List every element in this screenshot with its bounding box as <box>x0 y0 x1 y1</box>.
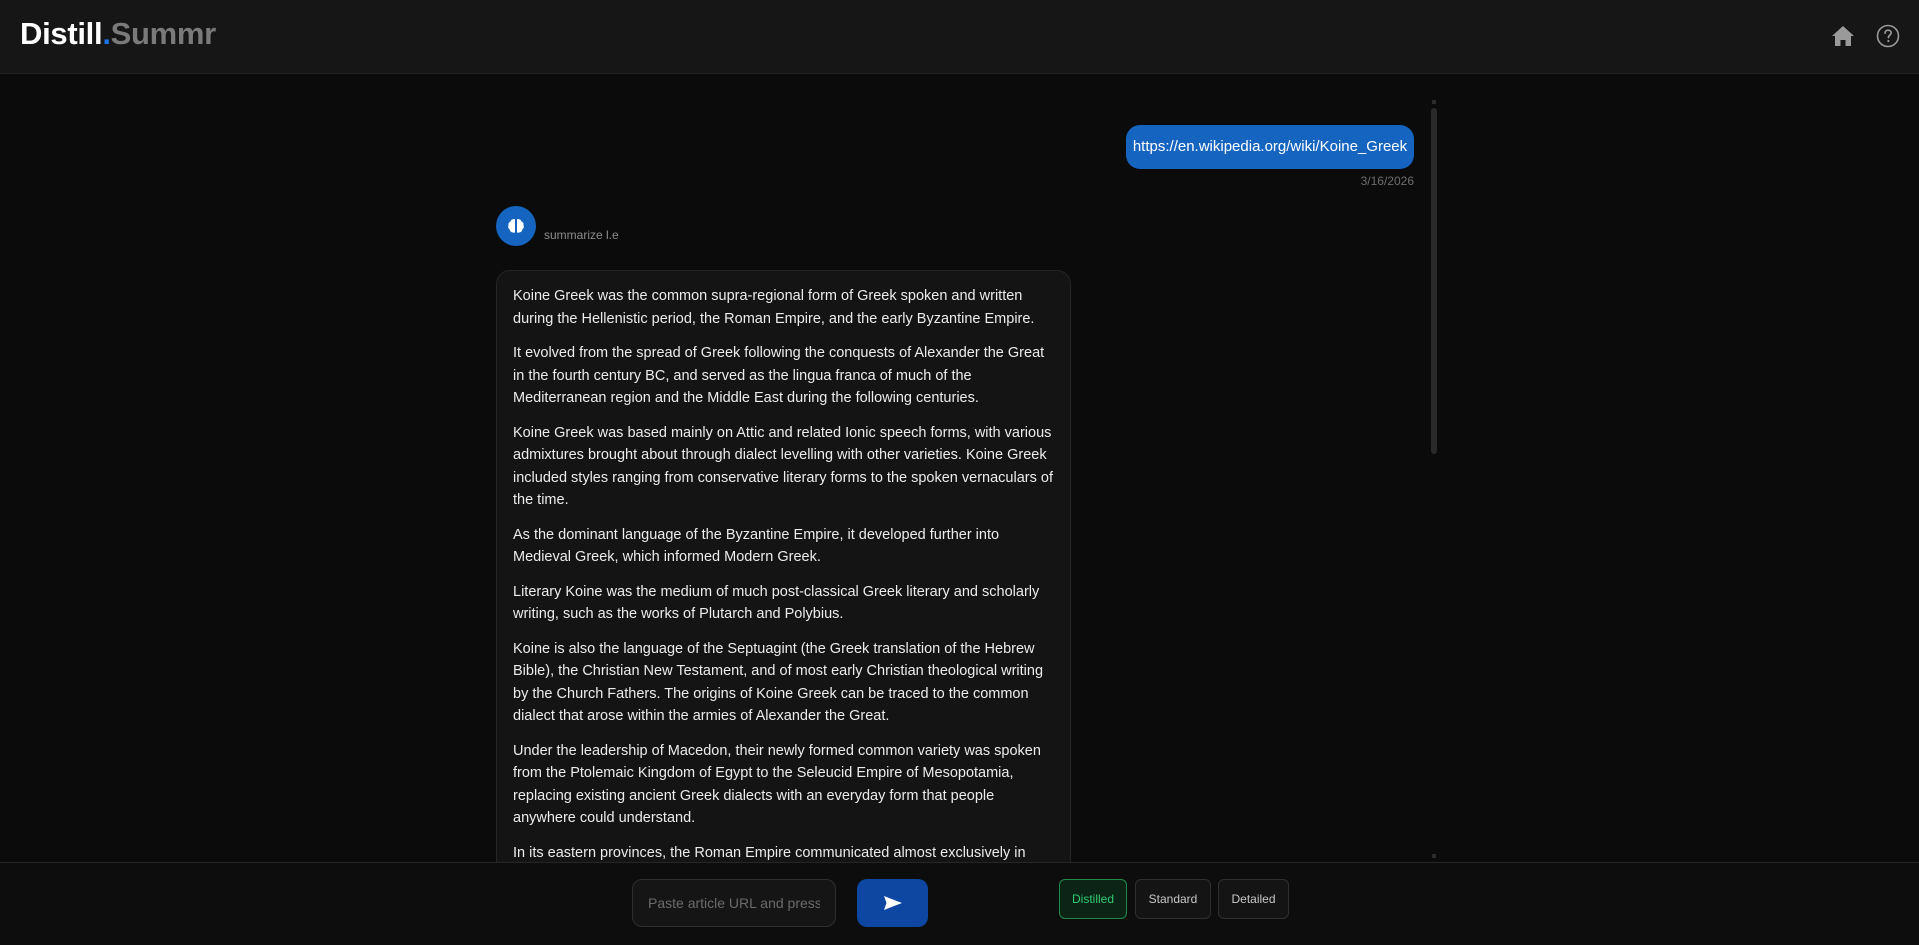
logo-distill: Distill <box>20 16 103 51</box>
logo-summr: Summr <box>110 16 217 51</box>
brain-icon <box>508 219 524 233</box>
mode-standard-button[interactable]: Standard <box>1135 879 1211 919</box>
home-icon[interactable] <box>1831 25 1855 47</box>
summary-paragraph: Koine is also the language of the Septua… <box>513 640 1044 725</box>
scroll-up-arrow[interactable] <box>1432 100 1436 104</box>
mode-detailed-button[interactable]: Detailed <box>1218 879 1289 919</box>
chat-scrollbar-thumb[interactable] <box>1431 108 1437 454</box>
summary-card: Koine Greek was the common supra-regiona… <box>496 270 1071 862</box>
summary-paragraph: Literary Koine was the medium of much po… <box>513 583 1040 623</box>
app-root: Distill.Summr https://en.wikipedia.org/w… <box>0 0 1919 945</box>
scroll-down-arrow[interactable] <box>1432 854 1436 858</box>
input-bar: Distilled Standard Detailed <box>0 862 1919 945</box>
bot-avatar <box>496 206 536 246</box>
app-logo[interactable]: Distill.Summr <box>20 16 216 52</box>
send-button[interactable] <box>857 879 928 927</box>
bot-name: summarize l.e <box>544 228 619 242</box>
help-circle-icon[interactable] <box>1876 24 1900 48</box>
top-header: Distill.Summr <box>0 0 1919 74</box>
send-icon <box>884 896 902 910</box>
summary-paragraph: In its eastern provinces, the Roman Empi… <box>513 844 1026 861</box>
article-url-input[interactable] <box>632 879 836 927</box>
user-message-date: 3/16/2026 <box>1360 174 1414 188</box>
summary-paragraph: Koine Greek was based mainly on Attic an… <box>513 424 1053 509</box>
mode-distilled-button[interactable]: Distilled <box>1059 879 1127 919</box>
summary-paragraph: Under the leadership of Macedon, their n… <box>513 742 1041 827</box>
logo-dot: . <box>102 16 111 51</box>
summary-paragraph: It evolved from the spread of Greek foll… <box>513 345 1045 406</box>
summary-paragraph: Koine Greek was the common supra-regiona… <box>513 288 1035 327</box>
summary-paragraph: As the dominant language of the Byzantin… <box>513 526 1000 566</box>
chat-area[interactable]: https://en.wikipedia.org/wiki/Koine_Gree… <box>0 75 1919 862</box>
user-message-bubble[interactable]: https://en.wikipedia.org/wiki/Koine_Gree… <box>1126 125 1414 169</box>
